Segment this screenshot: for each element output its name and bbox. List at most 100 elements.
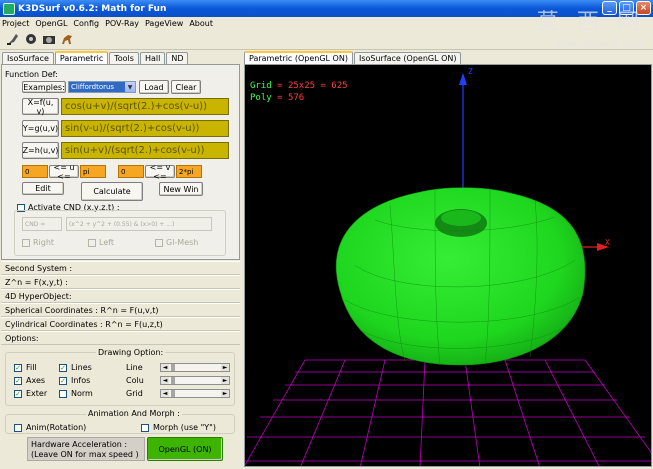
axes-checkbox[interactable]: ✓ [14, 377, 22, 385]
z-function-label: Z=h(u,v) [22, 142, 59, 159]
edit-button[interactable]: Edit [22, 182, 64, 195]
brush-icon[interactable] [6, 32, 20, 46]
tab-isosurface-opengl[interactable]: IsoSurface (OpenGL ON) [353, 52, 462, 64]
line-slider-label: Line [126, 363, 143, 372]
opengl-toggle-button[interactable]: OpenGL (ON) [147, 437, 223, 461]
section-second-system[interactable]: Second System : [1, 261, 240, 275]
viewport-canvas [245, 73, 651, 466]
cnd-label: CND = [22, 217, 62, 231]
slider-right-arrow-icon[interactable]: ► [221, 390, 229, 397]
chevron-down-icon[interactable]: ▼ [125, 82, 135, 92]
clear-button[interactable]: Clear [171, 80, 201, 94]
cnd-glmesh-label: Gl-Mesh [166, 238, 199, 247]
tab-isosurface[interactable]: IsoSurface [2, 52, 54, 64]
anim-rotation-checkbox[interactable] [14, 424, 22, 432]
cnd-right-checkbox[interactable] [22, 239, 30, 247]
tab-tools[interactable]: Tools [109, 52, 139, 64]
right-panel: Parametric (OpenGL ON) IsoSurface (OpenG… [241, 50, 653, 469]
colu-slider[interactable]: ◄ ► [160, 376, 230, 385]
lines-checkbox[interactable]: ✓ [59, 364, 67, 372]
menu-config[interactable]: Config [73, 19, 99, 28]
new-win-button[interactable]: New Win [159, 182, 203, 196]
section-options[interactable]: Options: [1, 331, 240, 345]
infos-checkbox[interactable]: ✓ [59, 377, 67, 385]
norm-checkbox[interactable] [59, 390, 67, 398]
cnd-left-checkbox[interactable] [88, 239, 96, 247]
menu-pageview[interactable]: PageView [145, 19, 183, 28]
menu-about[interactable]: About [189, 19, 213, 28]
camera-icon[interactable] [42, 32, 56, 46]
cnd-left-label: Left [99, 238, 115, 247]
tab-hall[interactable]: Hall [139, 52, 166, 64]
infos-label: Infos [71, 376, 91, 385]
fill-checkbox[interactable]: ✓ [14, 364, 22, 372]
grid-info: Grid = 25x25 = 625 [250, 81, 348, 91]
calculate-button[interactable]: Calculate [81, 182, 143, 201]
watermark: 莫 西 网 www.3dmox.com [537, 4, 645, 50]
watermark-url: www.3dmox.com [554, 36, 645, 50]
y-function-label: Y=g(u,v) [22, 120, 59, 137]
slider-left-arrow-icon[interactable]: ◄ [161, 364, 169, 371]
animation-title: Animation And Morph : [86, 409, 182, 418]
exter-checkbox[interactable]: ✓ [14, 390, 22, 398]
section-spherical[interactable]: Spherical Coordinates : R^n = F(u,v,t) [1, 303, 240, 317]
x-function-input[interactable]: cos(u+v)/(sqrt(2.)+cos(v-u)) [61, 98, 229, 115]
poly-info: Poly = 576 [250, 93, 304, 103]
slider-right-arrow-icon[interactable]: ► [221, 364, 229, 371]
line-slider-thumb[interactable] [171, 364, 175, 371]
hardware-note: (Leave ON for max speed ) [31, 450, 139, 459]
grid-info-value: = 25x25 = 625 [277, 81, 348, 91]
function-def-panel: Function Def: Examples: Cliffordtorus ▼ … [1, 64, 240, 260]
left-tab-bar: IsoSurface Parametric Tools Hall ND [2, 51, 189, 64]
floor-grid [245, 359, 651, 466]
cnd-input[interactable]: (x^2 + y^2 + (0.55) & (x>0) + ...) [66, 217, 212, 231]
v-max-input[interactable]: 2*pi [176, 165, 202, 178]
right-tab-bar: Parametric (OpenGL ON) IsoSurface (OpenG… [244, 51, 462, 64]
z-function-input[interactable]: sin(u+v)/(sqrt(2.)+cos(v-u)) [61, 142, 229, 159]
slider-left-arrow-icon[interactable]: ◄ [161, 377, 169, 384]
section-cylindrical[interactable]: Cylindrical Coordinates : R^n = F(u,z,t) [1, 317, 240, 331]
opengl-viewport[interactable]: Grid = 25x25 = 625 Poly = 576 Z X [244, 64, 652, 467]
drawing-option-title: Drawing Option: [96, 348, 166, 357]
render-icon[interactable] [24, 32, 38, 46]
app-icon [3, 2, 15, 15]
u-max-input[interactable]: pi [80, 165, 106, 178]
examples-label: Examples: [22, 81, 66, 93]
y-function-input[interactable]: sin(v-u)/(sqrt(2.)+cos(v-u)) [61, 120, 229, 137]
tab-nd[interactable]: ND [166, 52, 189, 64]
anim-rotation-label: Anim(Rotation) [26, 423, 87, 432]
fill-label: Fill [26, 363, 37, 372]
morph-label: Morph (use "Y") [153, 423, 216, 432]
grid-info-label: Grid [250, 81, 272, 91]
menu-opengl[interactable]: OpenGL [35, 19, 67, 28]
menu-povray[interactable]: POV-Ray [105, 19, 139, 28]
poly-info-label: Poly [250, 93, 272, 103]
tab-parametric-opengl[interactable]: Parametric (OpenGL ON) [244, 51, 353, 64]
examples-select[interactable]: Cliffordtorus ▼ [68, 81, 136, 93]
section-4d-hyperobject[interactable]: 4D HyperObject: [1, 289, 240, 303]
tab-parametric[interactable]: Parametric [54, 51, 109, 64]
function-def-title: Function Def: [5, 70, 58, 79]
exter-label: Exter [26, 389, 48, 398]
lines-label: Lines [71, 363, 92, 372]
slider-right-arrow-icon[interactable]: ► [221, 377, 229, 384]
menu-project[interactable]: Project [2, 19, 29, 28]
line-slider[interactable]: ◄ ► [160, 363, 230, 372]
left-panel: IsoSurface Parametric Tools Hall ND Func… [0, 50, 241, 469]
z-axis-arrow-icon [459, 73, 467, 85]
cnd-glmesh-checkbox[interactable] [155, 239, 163, 247]
v-min-input[interactable]: 0 [118, 165, 144, 178]
morph-checkbox[interactable] [141, 424, 149, 432]
slider-left-arrow-icon[interactable]: ◄ [161, 390, 169, 397]
torus-surface [335, 187, 586, 366]
section-zn[interactable]: Z^n = F(x,y,t) : [1, 275, 240, 289]
horse-icon[interactable] [60, 32, 74, 46]
grid-slider-thumb[interactable] [171, 390, 175, 397]
load-button[interactable]: Load [139, 80, 169, 94]
x-axis-label: X [605, 238, 610, 247]
colu-slider-thumb[interactable] [171, 377, 175, 384]
z-axis-label: Z [468, 67, 473, 76]
grid-slider[interactable]: ◄ ► [160, 389, 230, 398]
u-min-input[interactable]: 0 [22, 165, 48, 178]
examples-value: Cliffordtorus [69, 82, 125, 92]
